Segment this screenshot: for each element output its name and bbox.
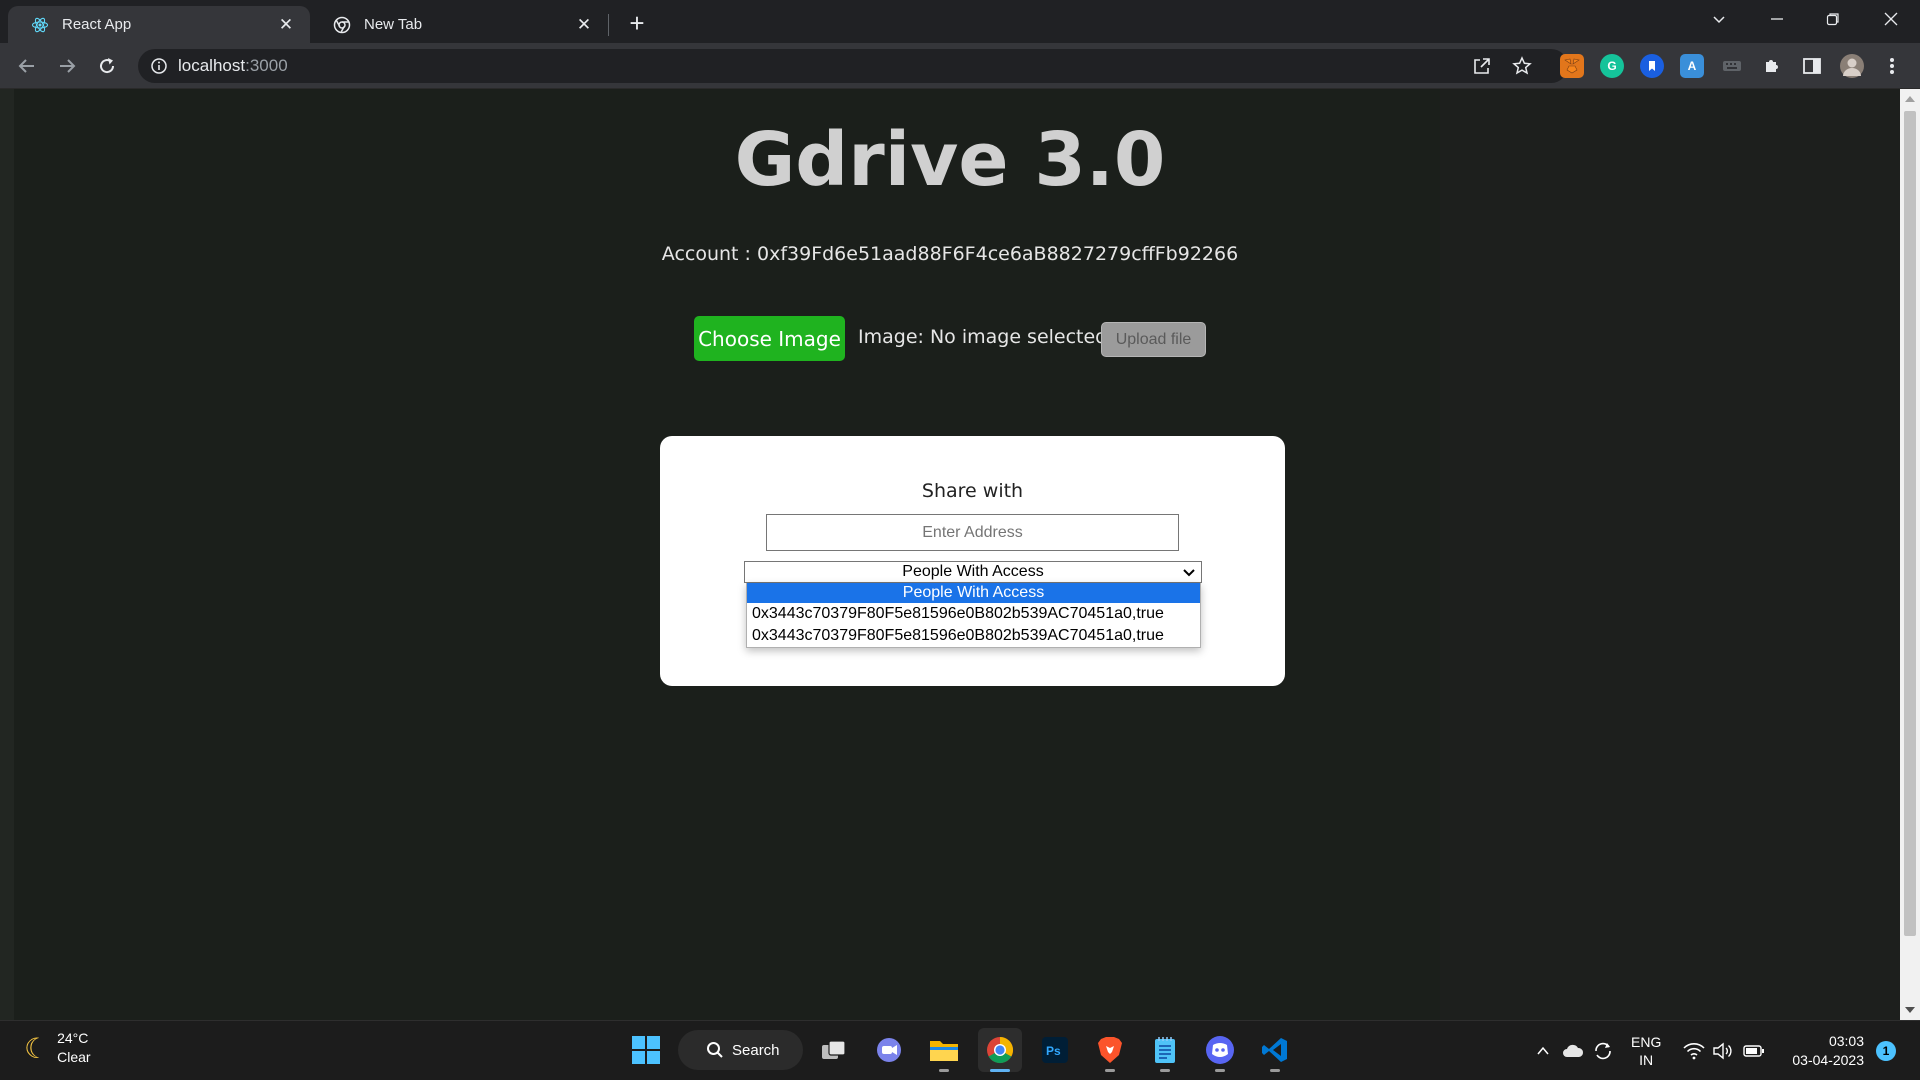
- wifi-icon[interactable]: [1683, 1021, 1705, 1080]
- page-title: Gdrive 3.0: [734, 117, 1166, 203]
- task-view-icon[interactable]: [812, 1028, 856, 1072]
- running-indicator: [1160, 1069, 1170, 1072]
- choose-image-button[interactable]: Choose Image: [694, 316, 845, 361]
- grammarly-icon[interactable]: G: [1600, 54, 1624, 78]
- address-input[interactable]: [766, 514, 1179, 551]
- scroll-up-icon[interactable]: [1905, 96, 1915, 102]
- tab-divider: [608, 14, 609, 36]
- dropdown-option[interactable]: 0x3443c70379F80F5e81596e0B802b539AC70451…: [747, 603, 1200, 625]
- share-modal: Share with People With Access People Wit…: [660, 436, 1285, 686]
- system-clock[interactable]: 03:03 03-04-2023: [1778, 1032, 1864, 1070]
- scroll-down-icon[interactable]: [1905, 1007, 1915, 1013]
- show-hidden-icons[interactable]: [1535, 1021, 1551, 1080]
- vscode-icon[interactable]: [1253, 1028, 1297, 1072]
- language-indicator[interactable]: ENG IN: [1631, 1021, 1661, 1080]
- url-host: localhost: [178, 56, 246, 75]
- more-menu-icon[interactable]: [1880, 54, 1904, 78]
- region-code: IN: [1639, 1052, 1654, 1068]
- react-icon: [30, 15, 50, 35]
- restore-icon[interactable]: [1809, 0, 1857, 38]
- account-address: Account : 0xf39Fd6e51aad88F6F4ce6aB88272…: [661, 243, 1239, 265]
- metamask-icon[interactable]: [1560, 54, 1584, 78]
- svg-text:Ps: Ps: [1046, 1044, 1061, 1058]
- chrome-icon: [332, 15, 352, 35]
- tab-search-icon[interactable]: [1695, 0, 1743, 38]
- browser-tab-strip: React App ✕ New Tab ✕ +: [0, 0, 1920, 43]
- running-indicator: [939, 1069, 949, 1072]
- running-indicator: [1105, 1069, 1115, 1072]
- discord-icon[interactable]: [1198, 1028, 1242, 1072]
- teams-chat-icon[interactable]: [867, 1028, 911, 1072]
- select-value: People With Access: [902, 563, 1044, 580]
- close-window-icon[interactable]: [1867, 0, 1915, 38]
- upload-file-button[interactable]: Upload file: [1101, 322, 1206, 357]
- scroll-thumb[interactable]: [1904, 111, 1916, 936]
- new-tab-button[interactable]: +: [622, 8, 652, 38]
- tab-title: New Tab: [364, 16, 423, 33]
- page-edge: [0, 89, 14, 1020]
- reload-icon[interactable]: [92, 51, 122, 81]
- running-indicator: [1270, 1069, 1280, 1072]
- search-label: Search: [732, 1041, 780, 1059]
- language-code: ENG: [1631, 1034, 1662, 1050]
- clock-time: 03:03: [1828, 1033, 1864, 1049]
- image-status-text: Image: No image selected: [858, 326, 1108, 348]
- page-right-region: [1440, 89, 1900, 1020]
- back-icon[interactable]: [12, 51, 42, 81]
- taskbar-search[interactable]: Search: [678, 1030, 803, 1070]
- tab-title: React App: [62, 16, 132, 33]
- url-port: :3000: [245, 56, 288, 75]
- dropdown-option[interactable]: People With Access: [747, 583, 1200, 603]
- access-dropdown-list: People With Access 0x3443c70379F80F5e815…: [746, 583, 1201, 648]
- moon-icon: ☾: [24, 1032, 50, 1064]
- bookmark-extension-icon[interactable]: [1640, 54, 1664, 78]
- translate-extension-icon[interactable]: A: [1680, 54, 1704, 78]
- address-bar[interactable]: localhost:3000: [138, 49, 1568, 83]
- tab-react-app[interactable]: React App ✕: [8, 6, 310, 43]
- notification-badge[interactable]: 1: [1876, 1041, 1896, 1061]
- close-tab-icon[interactable]: ✕: [276, 15, 296, 35]
- photoshop-icon[interactable]: Ps: [1033, 1028, 1077, 1072]
- page-scrollbar[interactable]: [1900, 89, 1920, 1020]
- profile-avatar-icon[interactable]: [1840, 54, 1864, 78]
- search-icon: [707, 1042, 723, 1058]
- windows-taskbar: ☾ 24°C Clear Search Ps ENG IN 03:03 03-0…: [0, 1020, 1920, 1080]
- chrome-taskbar-icon[interactable]: [978, 1028, 1022, 1072]
- running-indicator: [1215, 1069, 1225, 1072]
- minimize-icon[interactable]: [1753, 0, 1801, 38]
- bookmark-star-icon[interactable]: [1510, 54, 1534, 78]
- tab-new-tab[interactable]: New Tab ✕: [310, 6, 608, 43]
- file-explorer-icon[interactable]: [922, 1028, 966, 1072]
- weather-temperature: 24°C: [57, 1030, 89, 1046]
- active-indicator: [990, 1069, 1010, 1072]
- extensions-puzzle-icon[interactable]: [1760, 54, 1784, 78]
- page-viewport: Gdrive 3.0 Account : 0xf39Fd6e51aad88F6F…: [0, 89, 1900, 1020]
- url-text: localhost:3000: [178, 56, 288, 76]
- notepad-icon[interactable]: [1143, 1028, 1187, 1072]
- chevron-down-icon: [1181, 564, 1197, 580]
- side-panel-icon[interactable]: [1800, 54, 1824, 78]
- start-button[interactable]: [624, 1028, 668, 1072]
- clock-date: 03-04-2023: [1792, 1052, 1864, 1068]
- onedrive-icon[interactable]: [1562, 1021, 1584, 1080]
- brave-browser-icon[interactable]: [1088, 1028, 1132, 1072]
- sync-icon[interactable]: [1592, 1021, 1614, 1080]
- dropdown-option[interactable]: 0x3443c70379F80F5e81596e0B802b539AC70451…: [747, 625, 1200, 647]
- share-icon[interactable]: [1470, 54, 1494, 78]
- forward-icon[interactable]: [52, 51, 82, 81]
- weather-widget[interactable]: ☾ 24°C Clear: [24, 1029, 91, 1067]
- share-heading: Share with: [921, 480, 1024, 502]
- weather-description: Clear: [57, 1049, 91, 1065]
- people-with-access-select[interactable]: People With Access: [744, 561, 1202, 583]
- close-tab-icon[interactable]: ✕: [574, 15, 594, 35]
- site-info-icon[interactable]: [150, 57, 168, 75]
- keyboard-extension-icon[interactable]: [1720, 54, 1744, 78]
- battery-icon[interactable]: [1743, 1021, 1765, 1080]
- volume-icon[interactable]: [1712, 1021, 1734, 1080]
- browser-toolbar: localhost:3000 G A: [0, 43, 1920, 89]
